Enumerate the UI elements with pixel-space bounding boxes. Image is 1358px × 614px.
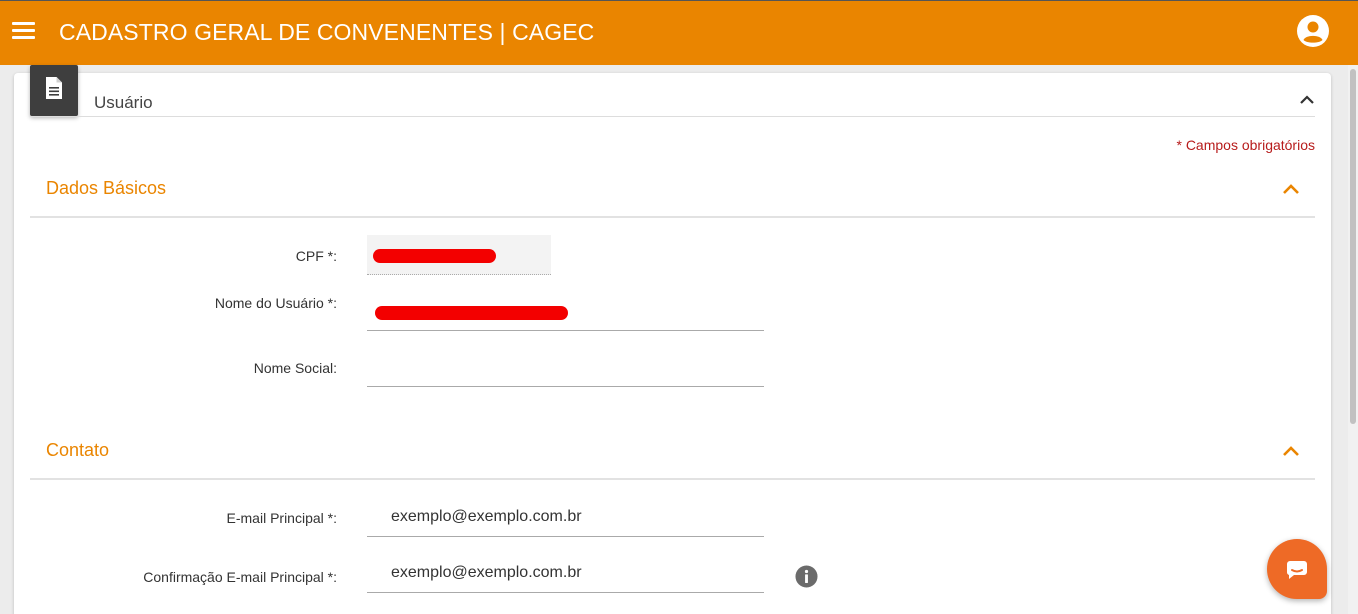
email-label: E-mail Principal *: [226,510,337,526]
info-icon[interactable] [795,565,818,588]
card-divider [30,116,1315,117]
cpf-label: CPF *: [295,248,337,264]
app-header: CADASTRO GERAL DE CONVENENTES | CAGEC [0,0,1358,65]
chat-bubble-icon [1286,561,1307,579]
scrollbar-thumb[interactable] [1350,69,1356,424]
email-field[interactable]: exemplo@exemplo.com.br [367,497,764,537]
section-divider [30,478,1315,480]
app-title: CADASTRO GERAL DE CONVENENTES | CAGEC [59,19,595,45]
section-divider [30,216,1315,218]
user-name-field[interactable] [367,291,764,331]
chevron-up-icon[interactable] [1299,92,1315,108]
account-circle-icon[interactable] [1297,15,1329,47]
user-name-label: Nome do Usuário *: [214,295,337,311]
cpf-field[interactable] [367,235,551,275]
section-title-contact[interactable]: Contato [46,440,109,461]
hamburger-menu-icon[interactable] [12,22,35,40]
page-scrollbar[interactable] [1348,65,1358,614]
card-title: Usuário [94,93,153,112]
social-name-label: Nome Social: [253,360,337,376]
chevron-up-icon[interactable] [1282,183,1300,195]
document-icon [30,65,78,116]
social-name-field[interactable] [367,347,764,387]
required-fields-note: * Campos obrigatórios [1176,137,1315,153]
email-confirm-label: Confirmação E-mail Principal *: [143,569,337,585]
redacted-value [373,249,496,263]
email-confirm-field[interactable]: exemplo@exemplo.com.br [367,553,764,593]
section-title-basic-data[interactable]: Dados Básicos [46,178,166,199]
redacted-value [375,306,568,320]
chat-button[interactable] [1267,539,1327,599]
chevron-up-icon[interactable] [1282,445,1300,457]
